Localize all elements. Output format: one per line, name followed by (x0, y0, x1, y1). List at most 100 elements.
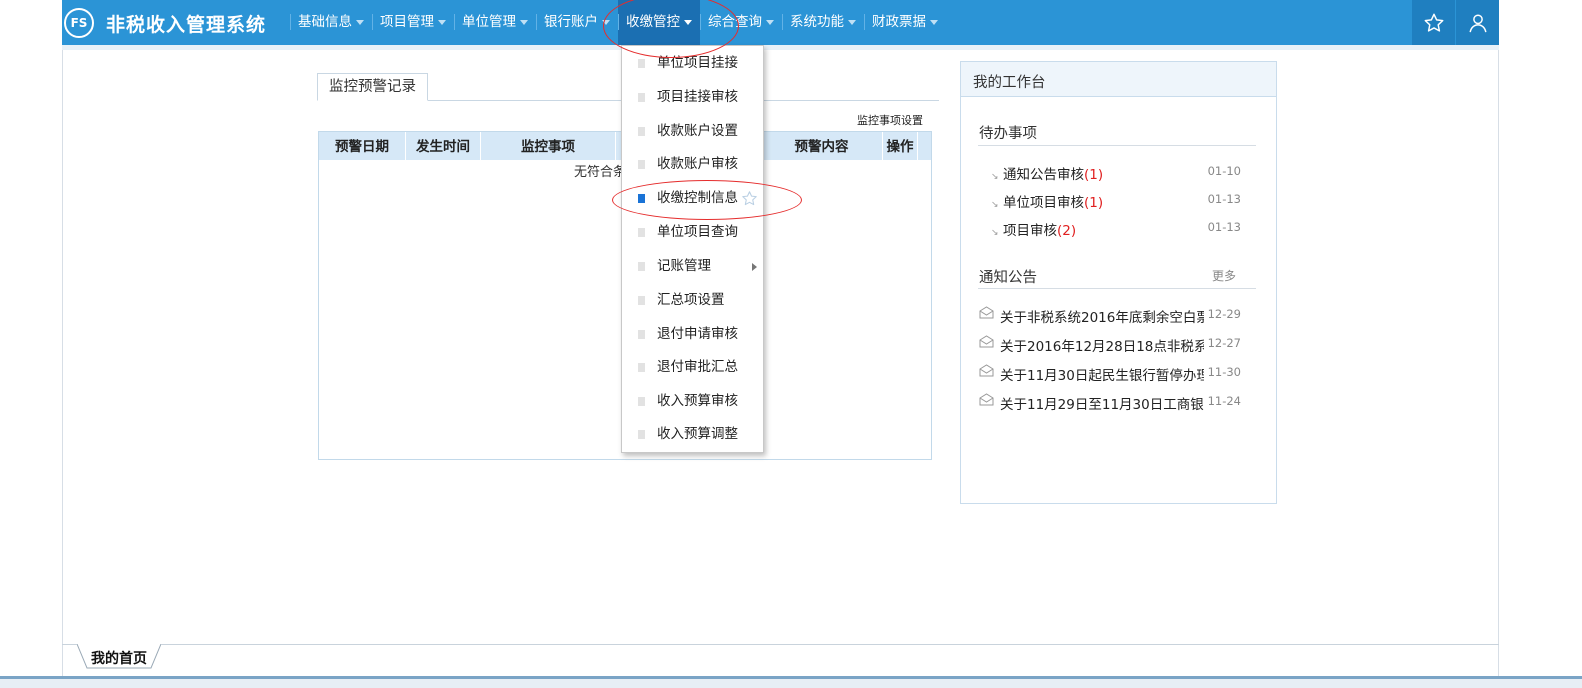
todo-item[interactable]: ↘ 通知公告审核(1) 01-10 (991, 163, 1241, 183)
menu-item-budget-review[interactable]: 收入预算审核 (622, 385, 763, 418)
menu-item-label: 收款账户设置 (657, 123, 738, 139)
envelope-icon (979, 393, 994, 406)
app-logo: FS (64, 8, 94, 38)
menu-item-budget-adjust[interactable]: 收入预算调整 (622, 418, 763, 451)
document-icon (638, 160, 645, 169)
nav-item-basic-info[interactable]: 基础信息 (290, 0, 372, 45)
more-link[interactable]: 更多 (1212, 267, 1236, 284)
todo-date: 01-13 (1207, 220, 1241, 234)
menu-item-label: 收缴控制信息 (657, 190, 738, 206)
menu-item-refund-summary[interactable]: 退付审批汇总 (622, 351, 763, 384)
workbench-header: 我的工作台 (961, 62, 1276, 97)
nav-item-bank-account[interactable]: 银行账户 (536, 0, 618, 45)
notice-item[interactable]: 关于11月30日起民生银行暂停办理 11-30 (979, 364, 1241, 384)
document-icon (638, 430, 645, 439)
notice-item[interactable]: 关于非税系统2016年底剩余空白票 12-29 (979, 306, 1241, 326)
section-divider (978, 288, 1256, 289)
notice-date: 11-30 (1207, 365, 1241, 379)
main-nav: 基础信息 项目管理 单位管理 银行账户 收缴管控 综合查询 系统功能 财政票据 (290, 0, 946, 45)
nav-label: 项目管理 (380, 14, 434, 30)
section-divider (978, 145, 1256, 146)
menu-item-label: 单位项目查询 (657, 224, 738, 240)
menu-item-label: 项目挂接审核 (657, 89, 738, 105)
favorite-star-icon[interactable] (741, 190, 758, 207)
todo-count: (2) (1057, 223, 1077, 239)
monitor-setting-link[interactable]: 监控事项设置 (857, 112, 923, 128)
chevron-down-icon (766, 19, 774, 25)
document-icon (638, 296, 645, 305)
todo-item[interactable]: ↘ 项目审核(2) 01-13 (991, 219, 1241, 239)
todo-date: 01-13 (1207, 192, 1241, 206)
user-icon (1468, 13, 1487, 32)
column-header-occur-time[interactable]: 发生时间 (406, 132, 481, 160)
menu-item-account-review[interactable]: 收款账户审核 (622, 148, 763, 181)
menu-item-unit-project-link[interactable]: 单位项目挂接 (622, 47, 763, 80)
nav-item-system[interactable]: 系统功能 (782, 0, 864, 45)
arrow-icon: ↘ (991, 200, 999, 210)
favorites-button[interactable] (1411, 0, 1455, 45)
table-empty-message: 无符合条 (574, 165, 627, 180)
bottom-tab-divider (62, 644, 1499, 645)
menu-item-label: 单位项目挂接 (657, 55, 738, 71)
chevron-down-icon (930, 19, 938, 25)
menu-item-refund-review[interactable]: 退付申请审核 (622, 318, 763, 351)
todo-count: (1) (1084, 195, 1104, 211)
todo-label: 通知公告审核 (1003, 167, 1084, 183)
chevron-down-icon (684, 19, 692, 25)
star-outline-icon (1424, 13, 1443, 32)
nav-label: 基础信息 (298, 14, 352, 30)
nav-item-project-management[interactable]: 项目管理 (372, 0, 454, 45)
nav-label: 收缴管控 (626, 14, 680, 30)
nav-item-finance-bills[interactable]: 财政票据 (864, 0, 946, 45)
document-icon (638, 59, 645, 68)
menu-item-label: 收入预算调整 (657, 426, 738, 442)
document-icon (638, 330, 645, 339)
notice-item[interactable]: 关于11月29日至11月30日工商银行 11-24 (979, 393, 1241, 413)
menu-item-label: 退付审批汇总 (657, 359, 738, 375)
todo-item[interactable]: ↘ 单位项目审核(1) 01-13 (991, 191, 1241, 211)
menu-item-label: 退付申请审核 (657, 326, 738, 342)
nav-item-query[interactable]: 综合查询 (700, 0, 782, 45)
topbar-underline (62, 45, 1499, 50)
menu-item-project-link-review[interactable]: 项目挂接审核 (622, 81, 763, 114)
menu-item-summary-setting[interactable]: 汇总项设置 (622, 284, 763, 317)
tab-monitor-records[interactable]: 监控预警记录 (317, 73, 428, 101)
document-icon (638, 228, 645, 237)
menu-item-label: 收入预算审核 (657, 393, 738, 409)
column-header-warning-content[interactable]: 预警内容 (761, 132, 883, 160)
document-icon (638, 363, 645, 372)
column-header-monitor-item[interactable]: 监控事项 (481, 132, 616, 160)
menu-item-collection-control-info[interactable]: 收缴控制信息 (622, 182, 763, 215)
nav-label: 银行账户 (544, 14, 598, 30)
notice-section-title: 通知公告 (979, 270, 1037, 286)
column-header-operation[interactable]: 操作 (883, 132, 918, 160)
menu-item-bookkeeping[interactable]: 记账管理 (622, 250, 763, 283)
nav-item-collection-control[interactable]: 收缴管控 (618, 0, 700, 45)
todo-label: 单位项目审核 (1003, 195, 1084, 211)
workbench-panel: 我的工作台 待办事项 ↘ 通知公告审核(1) 01-10 ↘ 单位项目审核(1) 0… (960, 61, 1277, 504)
chevron-right-icon (752, 263, 757, 271)
nav-label: 单位管理 (462, 14, 516, 30)
menu-item-label: 记账管理 (657, 258, 711, 274)
notice-item[interactable]: 关于2016年12月28日18点非税系统 12-27 (979, 335, 1241, 355)
column-header-warning-date[interactable]: 预警日期 (319, 132, 406, 160)
chevron-down-icon (848, 19, 856, 25)
notice-date: 11-24 (1207, 394, 1241, 408)
nav-label: 系统功能 (790, 14, 844, 30)
nav-item-unit-management[interactable]: 单位管理 (454, 0, 536, 45)
document-icon (638, 127, 645, 136)
document-icon (638, 262, 645, 271)
menu-item-unit-project-query[interactable]: 单位项目查询 (622, 216, 763, 249)
envelope-icon (979, 306, 994, 319)
footer-strip (0, 679, 1582, 688)
todo-count: (1) (1084, 167, 1104, 183)
notice-text: 关于11月29日至11月30日工商银行 (1000, 397, 1204, 413)
document-icon (638, 93, 645, 102)
chevron-down-icon (438, 19, 446, 25)
menu-item-account-setting[interactable]: 收款账户设置 (622, 115, 763, 148)
user-button[interactable] (1455, 0, 1499, 45)
document-icon (638, 194, 645, 203)
chevron-down-icon (520, 19, 528, 25)
menu-item-label: 收款账户审核 (657, 156, 738, 172)
tab-home[interactable]: 我的首页 (91, 648, 147, 668)
